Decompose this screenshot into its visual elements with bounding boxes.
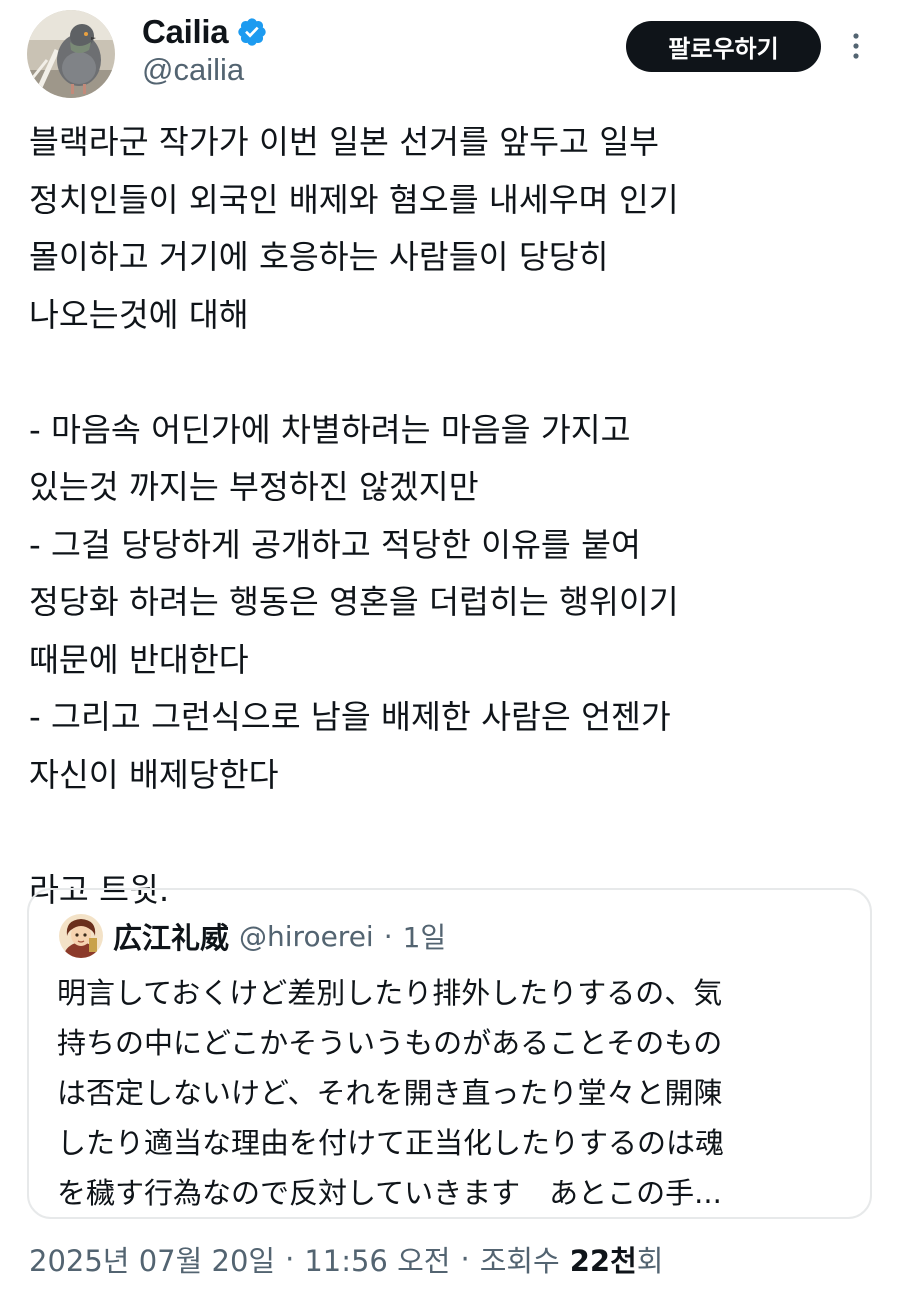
- meta-separator: ·: [460, 1242, 470, 1276]
- verified-badge-icon: [238, 18, 266, 46]
- tweet-line: - 그걸 당당하게 공개하고 적당한 이유를 붙여: [29, 525, 641, 564]
- tweet-line: 때문에 반대한다: [29, 640, 249, 679]
- author-avatar[interactable]: [27, 10, 115, 98]
- quoted-tweet-line: 明言しておくけど差別したり排外したりするの、気: [57, 976, 723, 1010]
- quoted-author-handle[interactable]: @hiroerei: [239, 920, 374, 953]
- views-label: 조회수: [479, 1244, 560, 1278]
- follow-button[interactable]: 팔로우하기: [626, 21, 821, 72]
- quoted-tweet-card[interactable]: 広江礼威 @hiroerei · 1일 明言しておくけど差別したり排外したりする…: [27, 888, 872, 1219]
- quoted-tweet-line: は否定しないけど、それを開き直ったり堂々と開陳: [57, 1076, 723, 1110]
- tweet-line: - 그리고 그런식으로 남을 배제한 사람은 언젠가: [29, 698, 671, 736]
- tweet-text: 블랙라군 작가가 이번 일본 선거를 앞두고 일부 정치인들이 외국인 배제와 …: [29, 114, 879, 919]
- quoted-tweet-header: 広江礼威 @hiroerei · 1일: [113, 910, 446, 962]
- tweet-line: 나오는것에 대해: [29, 295, 249, 334]
- author-display-name[interactable]: Cailia: [142, 13, 229, 51]
- tweet-line: 정치인들이 외국인 배제와 혐오를 내세우며 인기: [29, 180, 679, 219]
- tweet-time[interactable]: 11:56 오전: [304, 1238, 450, 1280]
- quoted-tweet-line: 持ちの中にどこかそういうものがあることそのもの: [57, 1026, 723, 1060]
- quoted-tweet-line: したり適当な理由を付けて正当化したりするのは魂: [57, 1126, 725, 1160]
- quoted-author-name[interactable]: 広江礼威: [113, 915, 229, 957]
- quoted-tweet-text: 明言しておくけど差別したり排外したりするの、気 持ちの中にどこかそういうものがあ…: [57, 968, 847, 1218]
- author-handle[interactable]: @cailia: [142, 52, 244, 88]
- tweet-meta: 2025년 07월 20일 · 11:56 오전 · 조회수 22천 회: [29, 1235, 663, 1283]
- tweet-line: 블랙라군 작가가 이번 일본 선거를 앞두고 일부: [29, 123, 660, 161]
- more-vertical-icon: [853, 33, 859, 59]
- views-count: 22천: [569, 1244, 637, 1278]
- tweet-line: 정당화 하려는 행동은 영혼을 더럽히는 행위이기: [29, 583, 679, 621]
- pigeon-avatar-icon: [27, 10, 115, 98]
- tweet-line: 자신이 배제당한다: [29, 755, 279, 794]
- views-suffix: 회: [636, 1244, 664, 1278]
- quoted-tweet-time[interactable]: 1일: [403, 916, 447, 956]
- tweet-line: - 마음속 어딘가에 차별하려는 마음을 가지고: [29, 410, 631, 449]
- tweet-line: 몰이하고 거기에 호응하는 사람들이 당당히: [29, 238, 609, 276]
- tweet-date[interactable]: 2025년 07월 20일: [29, 1238, 275, 1280]
- more-options-button[interactable]: [838, 26, 874, 66]
- quoted-header-separator: ·: [383, 919, 393, 953]
- author-name-row[interactable]: Cailia: [142, 10, 268, 54]
- tweet-line: 있는것 까지는 부정하진 않겠지만: [29, 468, 479, 506]
- illustrated-character-avatar-icon: [59, 914, 103, 958]
- quoted-author-avatar[interactable]: [59, 914, 103, 958]
- quoted-tweet-line: を穢す行為なので反対していきます あとこの手...: [57, 1176, 722, 1210]
- meta-separator: ·: [285, 1242, 295, 1276]
